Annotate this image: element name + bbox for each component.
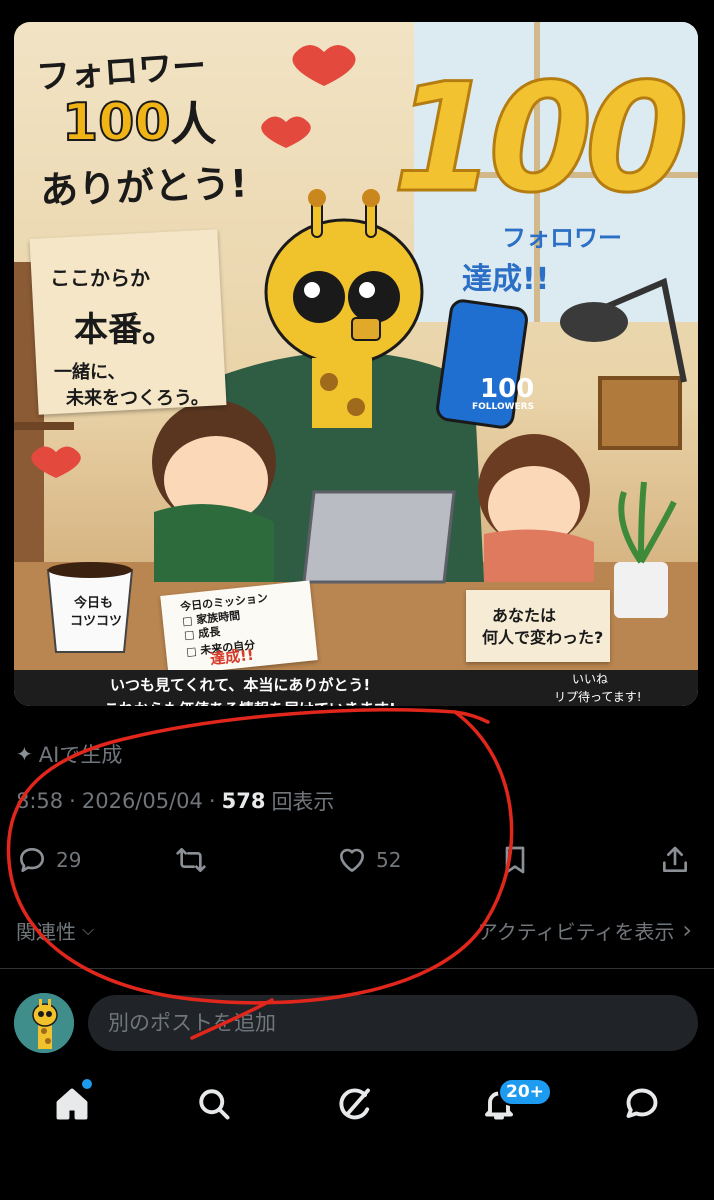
phone-follower-number: 100 <box>480 374 535 404</box>
repost-icon <box>176 848 206 872</box>
repost-button[interactable] <box>175 838 207 882</box>
view-count-label: 回表示 <box>271 790 335 814</box>
post-image[interactable]: フォロワー 100人 ありがとう! 100 フォロワー 達成!! ここからか 本… <box>14 22 698 706</box>
relevance-sort-dropdown[interactable]: 関連性 ⌵ <box>16 912 94 948</box>
share-icon <box>663 846 687 872</box>
avatar[interactable] <box>14 993 74 1053</box>
share-button[interactable] <box>659 838 691 882</box>
image-title-unit: 人 <box>170 97 217 151</box>
view-count: 578 <box>221 789 266 813</box>
image-title-number: 100 <box>61 92 172 154</box>
reply-icon <box>20 848 44 872</box>
chevron-down-icon: ⌵ <box>82 920 95 939</box>
notification-badge: 20+ <box>498 1078 552 1106</box>
reply-count: 29 <box>56 848 82 872</box>
ai-generated-text: AIで生成 <box>38 743 123 767</box>
ai-generated-label: ✦ AIで生成 <box>16 738 122 770</box>
like-button[interactable]: 52 <box>336 838 401 882</box>
phone-follower-label: FOLLOWERS <box>472 402 535 412</box>
sparkle-icon: ✦ <box>16 742 33 766</box>
grok-icon <box>339 1088 370 1120</box>
image-milestone-line2: 達成!! <box>462 262 550 297</box>
image-title-line2: 100人 <box>61 88 217 154</box>
mug-text-line1: 今日も <box>74 596 114 611</box>
view-activity-link[interactable]: アクティビティを表示 › <box>478 912 692 948</box>
search-icon <box>199 1089 230 1120</box>
message-icon <box>626 1088 658 1118</box>
note-line3: 一緒に、 <box>54 362 126 383</box>
bookmark-icon <box>505 846 525 874</box>
relevance-label: 関連性 <box>16 919 76 944</box>
note-line2: 本番。 <box>74 310 176 350</box>
chevron-right-icon: › <box>682 916 692 944</box>
like-count: 52 <box>376 848 402 872</box>
note-line1: ここからか <box>50 266 150 290</box>
add-post-input[interactable] <box>88 995 698 1051</box>
banner-line2: これからも価値ある情報を届けていきます! <box>104 698 396 706</box>
question-line1: あなたは <box>492 606 557 625</box>
post-date[interactable]: 2026/05/04 <box>82 789 203 813</box>
bookmark-button[interactable] <box>499 838 531 882</box>
divider <box>0 968 714 969</box>
image-big-number: 100 <box>390 51 690 228</box>
note-line4: 未来をつくろう。 <box>66 388 209 409</box>
meta-separator: · <box>208 789 216 813</box>
banner-line1: いつも見てくれて、本当にありがとう! <box>110 676 371 694</box>
question-line2: 何人で変わった? <box>482 628 604 647</box>
post-meta: 8:58 · 2026/05/04 · 578 回表示 <box>16 784 334 818</box>
nav-grok[interactable] <box>334 1082 378 1126</box>
giraffe-avatar-icon <box>14 993 74 1053</box>
home-unread-dot <box>82 1079 92 1089</box>
home-icon <box>56 1088 88 1120</box>
heart-icon <box>340 848 364 872</box>
post-time[interactable]: 8:58 <box>16 789 63 813</box>
image-milestone-line1: フォロワー <box>502 224 622 252</box>
image-title-line3: ありがとう! <box>39 161 249 213</box>
mug-text-line2: コツコツ <box>70 614 123 629</box>
nav-messages[interactable] <box>620 1082 664 1126</box>
speech-bubble-line1: いいね <box>572 672 609 686</box>
reply-button[interactable]: 29 <box>16 838 81 882</box>
view-activity-label: アクティビティを表示 <box>477 919 675 944</box>
speech-bubble-line2: リプ待ってます! <box>554 690 642 704</box>
meta-separator: · <box>69 789 76 813</box>
nav-search[interactable] <box>192 1082 236 1126</box>
